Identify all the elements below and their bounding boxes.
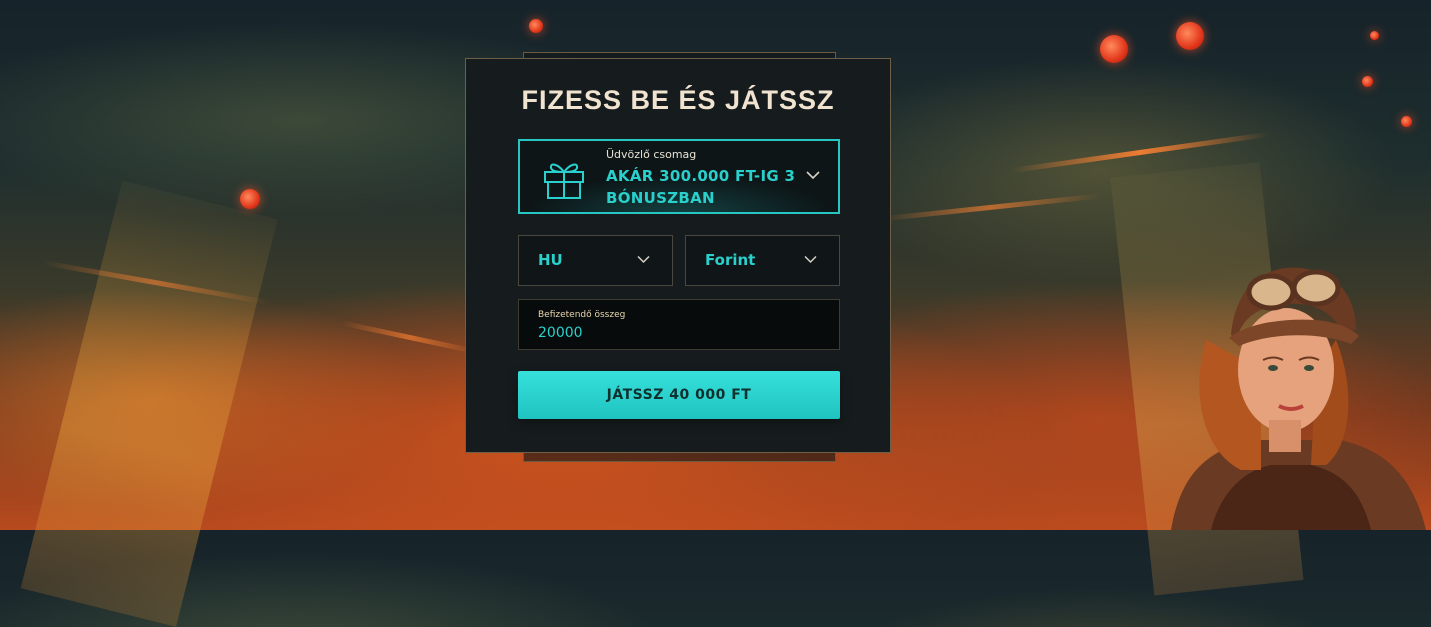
play-button[interactable]: JÁTSSZ 40 000 FT: [518, 371, 840, 419]
amount-label: Befizetendő összeg: [538, 310, 626, 320]
promo-subtitle: Üdvözlő csomag: [606, 148, 697, 161]
promo-offer: AKÁR 300.000 FT-IG 3 BÓNUSZBAN: [606, 167, 796, 207]
sky-streak: [341, 320, 479, 355]
currency-select[interactable]: Forint: [685, 235, 840, 286]
searchlight-beam: [20, 180, 278, 627]
sky-streak: [880, 193, 1100, 222]
page-title: FIZESS BE ÉS JÁTSSZ: [521, 85, 835, 115]
currency-value: Forint: [705, 251, 756, 269]
amount-input[interactable]: [538, 323, 818, 343]
flak-orb: [1176, 22, 1204, 50]
country-value: HU: [538, 251, 563, 269]
deposit-card: FIZESS BE ÉS JÁTSSZ Üdvözlő csomag AKÁR …: [465, 58, 891, 453]
chevron-down-icon: [804, 255, 817, 264]
flak-orb: [240, 189, 260, 209]
flak-orb: [1401, 116, 1412, 127]
country-select[interactable]: HU: [518, 235, 673, 286]
chevron-down-icon: [806, 171, 820, 180]
aviator-illustration: [1171, 267, 1426, 530]
flak-orb: [1100, 35, 1128, 63]
flak-orb: [1370, 31, 1379, 40]
chevron-down-icon: [637, 255, 650, 264]
welcome-bonus-selector[interactable]: Üdvözlő csomag AKÁR 300.000 FT-IG 3 BÓNU…: [518, 139, 840, 214]
deposit-amount-field: Befizetendő összeg: [518, 299, 840, 350]
flak-orb: [529, 19, 543, 33]
flak-orb: [1362, 76, 1373, 87]
gift-icon: [544, 163, 584, 199]
